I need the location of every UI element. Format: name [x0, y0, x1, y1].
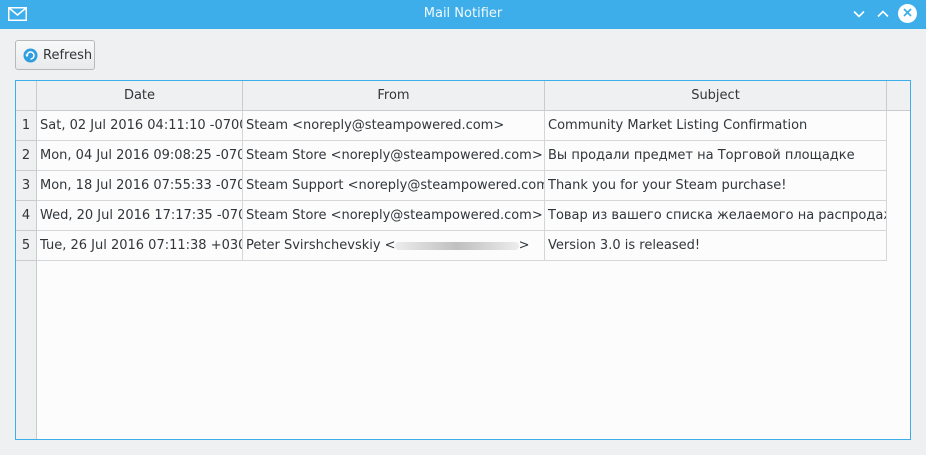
cell-date[interactable]: Wed, 20 Jul 2016 17:17:35 -0700 — [37, 201, 243, 231]
cell-from[interactable]: Steam Store <noreply@steampowered.com> — [243, 141, 545, 171]
column-header-date[interactable]: Date — [37, 81, 243, 111]
chevron-up-icon — [877, 7, 889, 22]
cell-date[interactable]: Mon, 04 Jul 2016 09:08:25 -0700 — [37, 141, 243, 171]
column-header-from[interactable]: From — [243, 81, 545, 111]
refresh-label: Refresh — [43, 47, 93, 63]
redacted-email — [394, 241, 519, 250]
chevron-down-icon — [853, 7, 865, 22]
cell-from[interactable]: Peter Svirshchevskiy < > — [243, 231, 545, 261]
row-number[interactable]: 3 — [16, 171, 37, 201]
cell-from[interactable]: Steam <noreply@steampowered.com> — [243, 111, 545, 141]
close-button[interactable] — [898, 4, 917, 23]
mail-table[interactable]: Date From Subject 1 Sat, 02 Jul 2016 04:… — [15, 80, 911, 440]
refresh-button[interactable]: Refresh — [15, 40, 95, 70]
from-close: > — [518, 238, 530, 253]
cell-date[interactable]: Mon, 18 Jul 2016 07:55:33 -0700 — [37, 171, 243, 201]
cell-subject[interactable]: Товар из вашего списка желаемого на расп… — [545, 201, 887, 231]
row-number[interactable]: 5 — [16, 231, 37, 261]
table-corner — [16, 81, 37, 111]
cell-subject[interactable]: Version 3.0 is released! — [545, 231, 887, 261]
refresh-icon — [23, 48, 38, 63]
title-bar: Mail Notifier — [0, 0, 926, 29]
cell-subject[interactable]: Thank you for your Steam purchase! — [545, 171, 887, 201]
cell-from[interactable]: Steam Store <noreply@steampowered.com> — [243, 201, 545, 231]
row-number[interactable]: 1 — [16, 111, 37, 141]
window-title: Mail Notifier — [423, 6, 503, 21]
header-filler — [887, 81, 910, 111]
cell-date[interactable]: Tue, 26 Jul 2016 07:11:38 +0300 — [37, 231, 243, 261]
cell-subject[interactable]: Community Market Listing Confirmation — [545, 111, 887, 141]
minimize-button[interactable] — [850, 5, 868, 23]
column-header-subject[interactable]: Subject — [545, 81, 887, 111]
cell-subject[interactable]: Вы продали предмет на Торговой площадке — [545, 141, 887, 171]
row-number[interactable]: 4 — [16, 201, 37, 231]
maximize-button[interactable] — [874, 5, 892, 23]
cell-from[interactable]: Steam Support <noreply@steampowered.com> — [243, 171, 545, 201]
cell-date[interactable]: Sat, 02 Jul 2016 04:11:10 -0700 — [37, 111, 243, 141]
from-name: Peter Svirshchevskiy < — [246, 238, 396, 253]
close-icon — [903, 6, 912, 21]
row-number[interactable]: 2 — [16, 141, 37, 171]
